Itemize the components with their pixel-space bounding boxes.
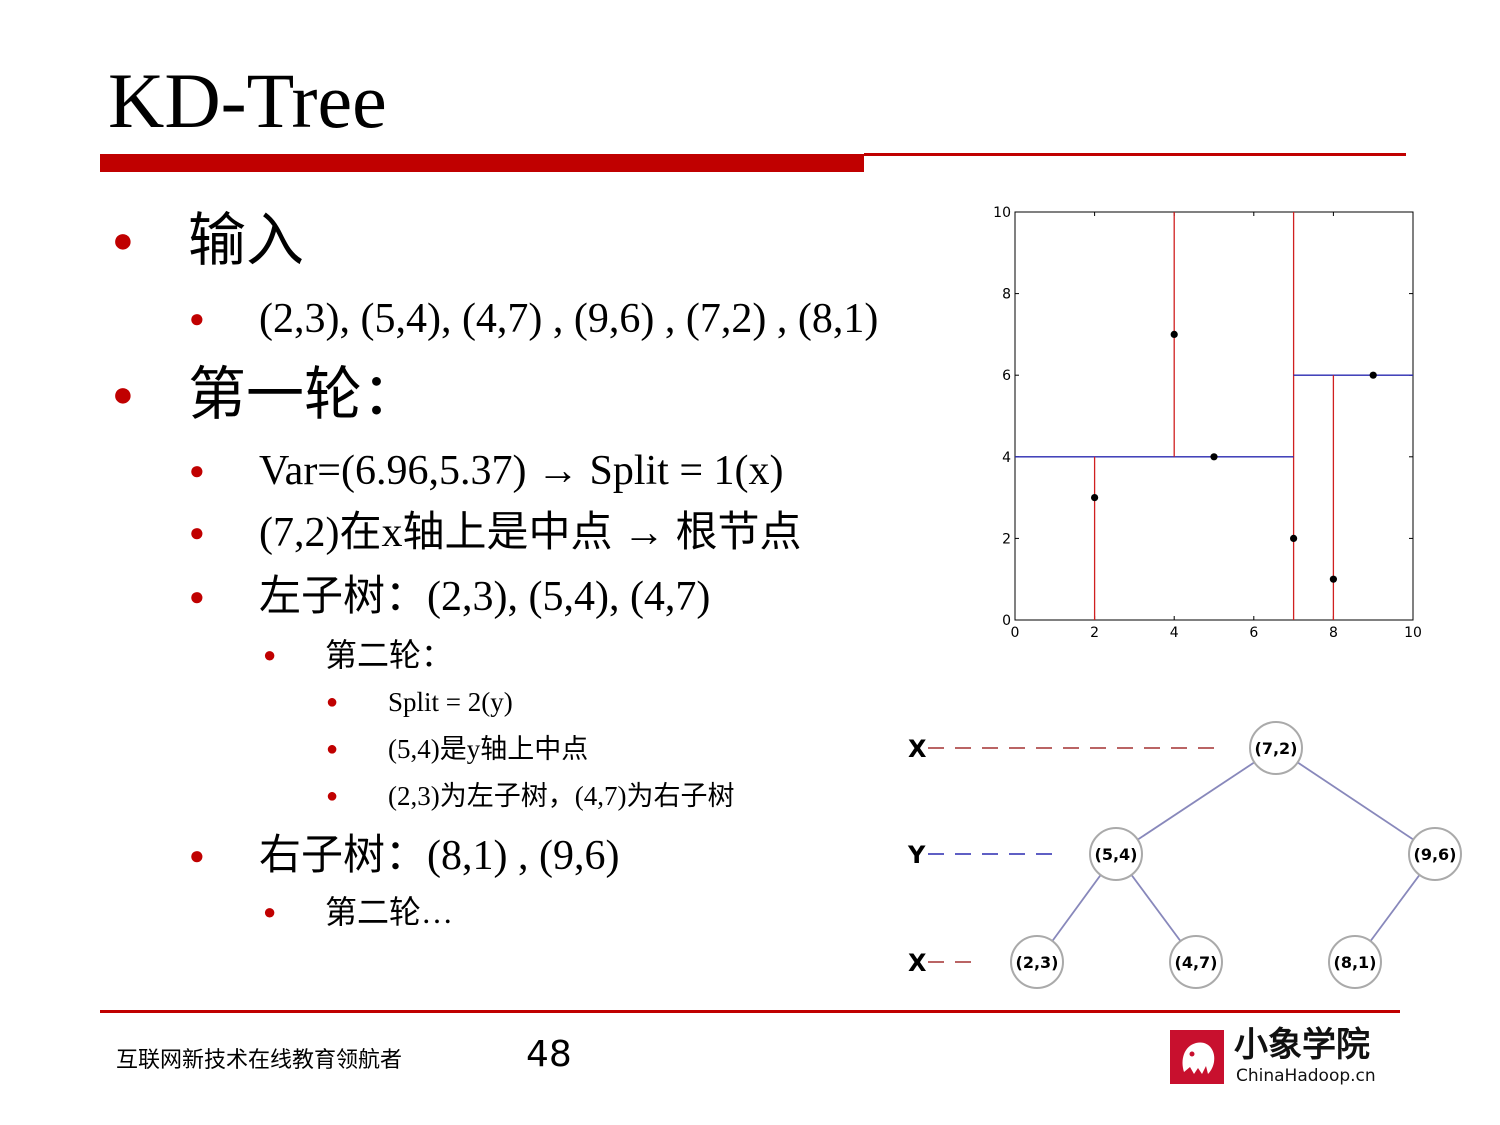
x-tick-label: 10: [1404, 625, 1422, 641]
tree-edge: [1275, 747, 1436, 855]
bullet-item: ● 第二轮：: [263, 637, 454, 673]
y-tick-label: 0: [1002, 613, 1011, 629]
bullet-dot-icon: ●: [326, 738, 339, 760]
kd-tree-diagram: X Y X (7,2) (5,4) (9,6) (2,3) (4,7) (8,1): [907, 721, 1462, 989]
tree-node-label: (7,2): [1255, 739, 1298, 758]
plot-frame: [1014, 211, 1414, 621]
bullet-item: ● 输入: [112, 212, 304, 270]
bullet-text: 第二轮…: [325, 894, 454, 930]
bullet-dot-icon: ●: [189, 841, 205, 870]
bullet-text: 输入: [188, 208, 305, 273]
elephant-logo-icon: [1170, 1030, 1224, 1084]
y-tick-label: 2: [1002, 531, 1011, 547]
bullet-dot-icon: ●: [189, 582, 205, 611]
bullet-text: (7,2)在x轴上是中点 → 根节点: [259, 510, 802, 556]
tree-edge: [1115, 747, 1277, 855]
slide-title: KD-Tree: [108, 57, 387, 144]
bullet-text: (5,4)是y轴上中点: [388, 734, 589, 764]
data-point: [1091, 494, 1099, 502]
y-tick-label: 4: [1002, 450, 1011, 466]
page-number: 48: [526, 1034, 572, 1075]
bullet-item: ● (2,3), (5,4), (4,7) , (9,6) , (7,2) , …: [189, 296, 879, 342]
tree-node-label: (8,1): [1334, 953, 1377, 972]
data-point: [1369, 371, 1377, 379]
tree-node-label: (2,3): [1016, 953, 1059, 972]
bullet-dot-icon: ●: [326, 785, 339, 807]
bullet-dot-icon: ●: [263, 899, 277, 924]
bullet-item: ● (7,2)在x轴上是中点 → 根节点: [189, 510, 802, 556]
bullet-dot-icon: ●: [189, 456, 205, 485]
x-tick-label: 4: [1170, 625, 1179, 641]
bullet-text: (2,3), (5,4), (4,7) , (9,6) , (7,2) , (8…: [259, 296, 879, 342]
bullet-item: ● 第一轮：: [112, 366, 420, 424]
tree-node-label: (5,4): [1095, 845, 1138, 864]
footer-slogan: 互联网新技术在线教育领航者: [116, 1047, 403, 1072]
x-tick-label: 8: [1329, 625, 1338, 641]
bullet-text: (2,3)为左子树，(4,7)为右子树: [388, 781, 735, 811]
x-tick-label: 2: [1090, 625, 1099, 641]
bullet-item: ● (5,4)是y轴上中点: [326, 734, 589, 764]
kd-partition-plot: 0 2 4 6 8 10 0 2 4 6 8 10: [993, 205, 1422, 641]
tree-node-label: (4,7): [1175, 953, 1218, 972]
logo-text-en: ChinaHadoop.cn: [1236, 1066, 1376, 1086]
y-tick-label: 6: [1002, 368, 1011, 384]
x-tick-label: 6: [1249, 625, 1258, 641]
bullet-text: Var=(6.96,5.37) → Split = 1(x): [259, 448, 784, 494]
bullet-dot-icon: ●: [263, 642, 277, 667]
bullet-item: ● 右子树：(8,1) , (9,6): [189, 833, 620, 879]
bullet-text: 第二轮：: [325, 637, 454, 673]
title-underline-thin: [864, 153, 1406, 156]
bullet-item: ● Split = 2(y): [326, 687, 513, 717]
footer-divider: [100, 1010, 1400, 1013]
bullet-dot-icon: ●: [326, 691, 339, 713]
bullet-item: ● Var=(6.96,5.37) → Split = 1(x): [189, 448, 784, 494]
level-axis-label: X: [908, 735, 927, 763]
bullet-text: 右子树：(8,1) , (9,6): [259, 833, 620, 879]
data-point: [1329, 575, 1337, 583]
bullet-dot-icon: ●: [189, 304, 205, 333]
data-point: [1210, 453, 1218, 461]
y-tick-label: 8: [1002, 287, 1011, 303]
x-tick-label: 0: [1011, 625, 1020, 641]
bullet-item: ● (2,3)为左子树，(4,7)为右子树: [326, 781, 735, 811]
bullet-dot-icon: ●: [112, 220, 134, 260]
y-tick-label: 10: [993, 205, 1011, 221]
bullet-text: 左子树：(2,3), (5,4), (4,7): [259, 574, 711, 620]
data-point: [1170, 330, 1178, 338]
bullet-text: 第一轮：: [188, 362, 421, 427]
bullet-text: Split = 2(y): [388, 687, 513, 717]
bullet-dot-icon: ●: [112, 374, 134, 414]
bullet-item: ● 左子树：(2,3), (5,4), (4,7): [189, 574, 711, 620]
level-axis-label: Y: [907, 841, 926, 869]
title-underline-thick: [100, 154, 864, 172]
tree-node-label: (9,6): [1414, 845, 1457, 864]
logo-text-cn: 小象学院: [1234, 1025, 1370, 1065]
data-point: [1290, 534, 1298, 542]
level-axis-label: X: [908, 949, 927, 977]
brand-logo: 小象学院 ChinaHadoop.cn: [1170, 1028, 1400, 1088]
bullet-dot-icon: ●: [189, 518, 205, 547]
bullet-item: ● 第二轮…: [263, 894, 454, 930]
